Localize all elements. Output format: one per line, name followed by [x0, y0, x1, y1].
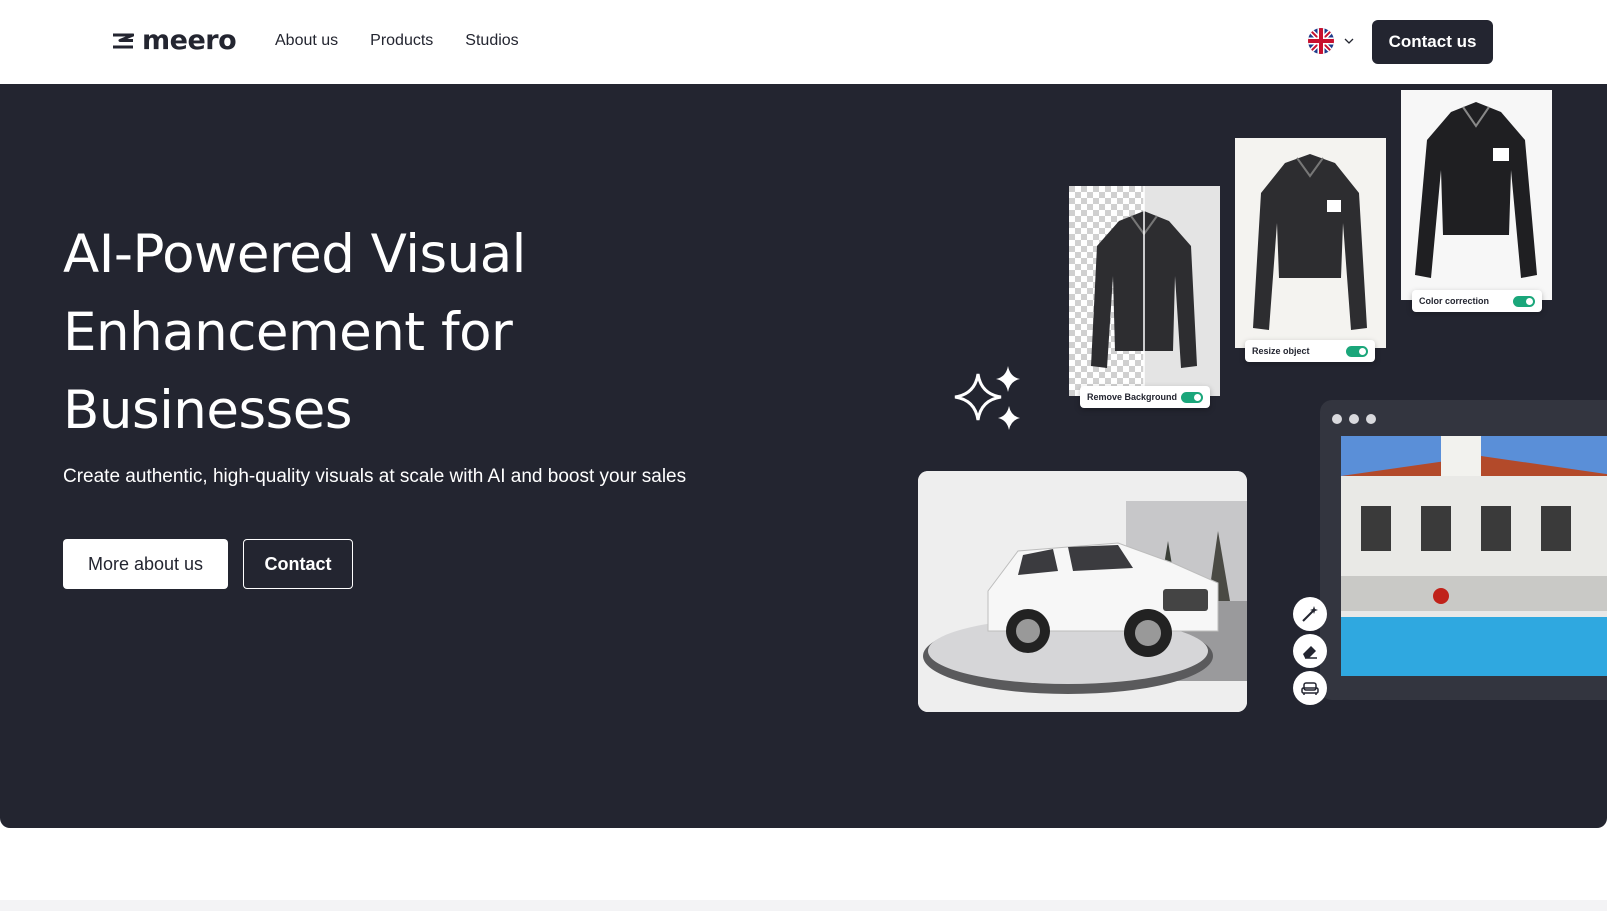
color-correction-label: Color correction — [1419, 296, 1490, 306]
house-image — [1341, 436, 1607, 676]
eraser-icon — [1303, 646, 1317, 659]
nav-products[interactable]: Products — [370, 32, 433, 50]
site-header: meero About us Products Studios Contact … — [0, 0, 1607, 84]
house-editor-window — [1320, 400, 1607, 700]
logo-mark-icon — [113, 33, 134, 49]
nav-studios[interactable]: Studios — [465, 32, 518, 50]
logo[interactable]: meero — [112, 25, 237, 56]
magic-wand-button[interactable] — [1293, 597, 1327, 631]
remove-background-chip[interactable]: Remove Background — [1080, 386, 1210, 408]
next-section-edge — [0, 900, 1607, 911]
contact-button[interactable]: Contact — [243, 539, 353, 589]
hero-title: AI-Powered Visual Enhancement for Busine… — [63, 224, 526, 441]
remove-background-label: Remove Background — [1087, 392, 1178, 402]
magic-wand-icon — [1302, 606, 1318, 622]
sofa-button[interactable] — [1293, 671, 1327, 705]
resize-object-chip[interactable]: Resize object — [1245, 340, 1375, 362]
resize-object-label: Resize object — [1252, 346, 1310, 356]
color-correction-chip[interactable]: Color correction — [1412, 290, 1542, 312]
color-correction-toggle[interactable] — [1513, 295, 1535, 307]
window-dot — [1332, 414, 1342, 424]
jacket-image — [1069, 186, 1220, 396]
sparkle-icon — [954, 366, 1020, 430]
sofa-icon — [1301, 682, 1319, 695]
resize-object-toggle[interactable] — [1346, 345, 1368, 357]
remove-background-toggle[interactable] — [1181, 391, 1203, 403]
jacket-image — [1253, 154, 1367, 330]
eraser-button[interactable] — [1293, 634, 1327, 668]
window-dot — [1366, 414, 1376, 424]
hero-subtitle: Create authentic, high-quality visuals a… — [63, 466, 687, 487]
nav-about-us[interactable]: About us — [275, 32, 338, 50]
remove-background-card — [1069, 186, 1220, 396]
window-dot — [1349, 414, 1359, 424]
logo-text: meero — [142, 25, 237, 56]
jacket-image — [1415, 102, 1537, 278]
language-selector[interactable] — [1308, 28, 1354, 54]
contact-us-button[interactable]: Contact us — [1372, 20, 1493, 64]
resize-object-card — [1235, 138, 1386, 348]
chevron-down-icon — [1344, 38, 1354, 44]
main-nav: About us Products Studios — [275, 32, 519, 50]
car-image-card — [918, 471, 1247, 712]
hero-section: AI-Powered Visual Enhancement for Busine… — [0, 84, 1607, 828]
car-image — [918, 471, 1247, 712]
uk-flag-icon — [1308, 28, 1334, 54]
color-correction-card — [1401, 90, 1552, 300]
more-about-us-button[interactable]: More about us — [63, 539, 228, 589]
